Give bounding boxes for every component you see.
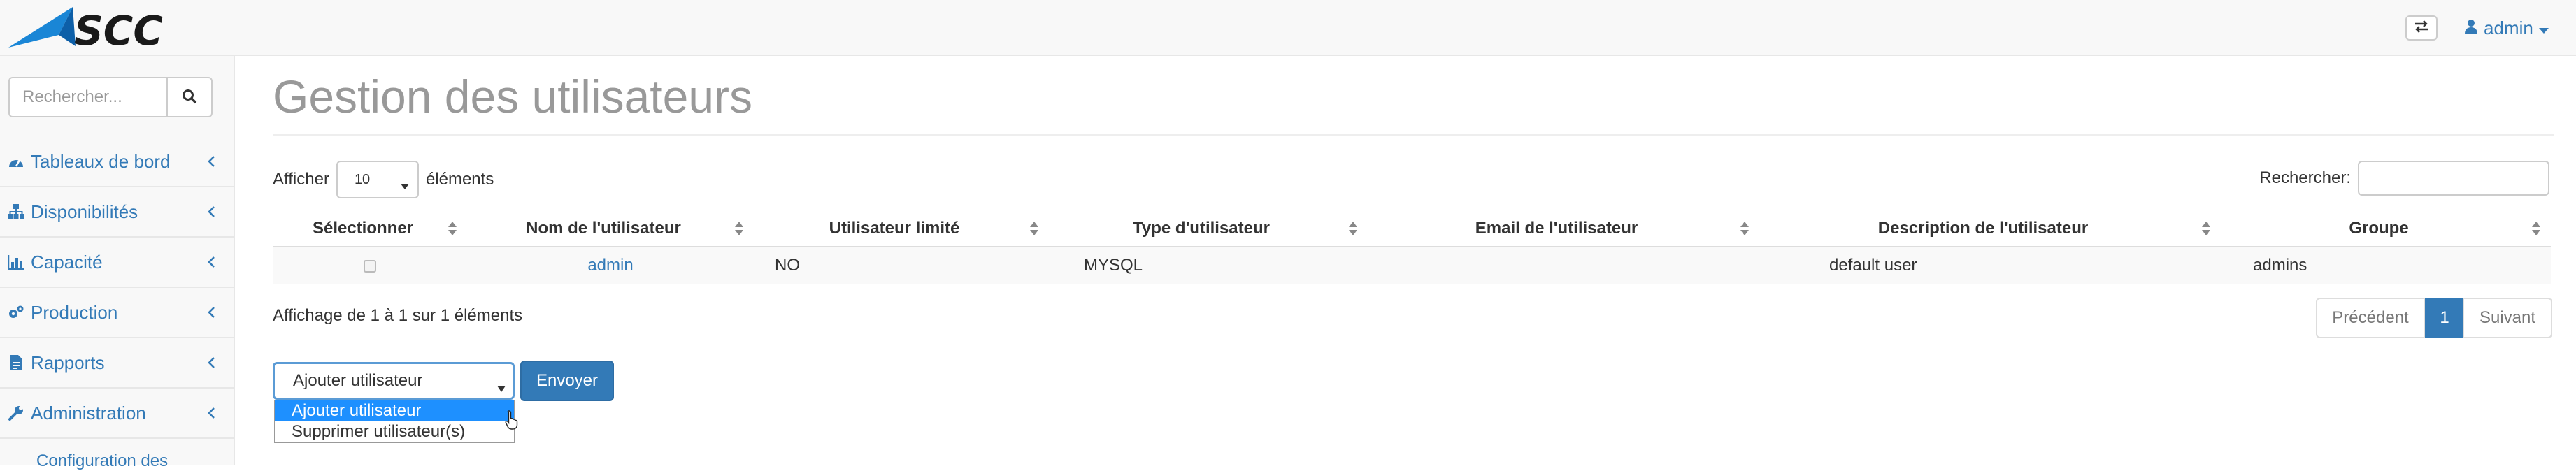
page-length-value: 10	[354, 171, 371, 187]
table-filter: Rechercher:	[2259, 161, 2549, 196]
sidebar-subitem-configuration[interactable]: Configuration des	[36, 451, 168, 471]
pagination-page-current[interactable]: 1	[2425, 298, 2464, 338]
sitemap-icon	[7, 203, 25, 221]
sidebar-search-input[interactable]	[8, 77, 168, 117]
row-checkbox[interactable]	[364, 259, 376, 273]
column-header-username[interactable]: Nom de l'utilisateur	[467, 211, 754, 247]
chevron-left-icon	[207, 152, 215, 173]
chevron-left-icon	[207, 252, 215, 274]
filter-label: Rechercher:	[2259, 168, 2351, 187]
pagination: Précédent 1 Suivant	[2316, 298, 2552, 338]
chevron-left-icon	[207, 303, 215, 324]
pagination-next[interactable]: Suivant	[2463, 298, 2552, 338]
user-name: admin	[2484, 17, 2533, 38]
sidebar-item-label: Capacité	[31, 251, 103, 273]
type-cell: MYSQL	[1049, 247, 1368, 284]
sidebar-item-label: Tableaux de bord	[31, 150, 171, 172]
user-icon	[2464, 17, 2478, 39]
action-select-value: Ajouter utilisateur	[293, 371, 423, 390]
sidebar-item-label: Disponibilités	[31, 201, 138, 222]
username-link[interactable]: admin	[587, 256, 633, 275]
column-header-email[interactable]: Email de l'utilisateur	[1368, 211, 1759, 247]
email-cell	[1368, 247, 1759, 284]
file-icon	[7, 354, 25, 372]
column-header-group[interactable]: Groupe	[2221, 211, 2551, 247]
wrench-icon	[7, 404, 25, 422]
chevron-left-icon	[207, 353, 215, 375]
column-header-select[interactable]: Sélectionner	[273, 211, 467, 247]
dropdown-option-add-user[interactable]: Ajouter utilisateur	[275, 400, 514, 421]
caret-down-icon	[497, 378, 506, 398]
sidebar-item-administration[interactable]: Administration	[0, 389, 234, 439]
bar-chart-icon	[7, 253, 25, 271]
username-cell: admin	[467, 247, 754, 284]
table-info: Affichage de 1 à 1 sur 1 éléments	[273, 306, 523, 325]
caret-down-icon	[2538, 17, 2549, 39]
dropdown-option-delete-users[interactable]: Supprimer utilisateur(s)	[275, 421, 514, 442]
row-select-cell	[273, 247, 467, 284]
user-menu[interactable]: admin	[2464, 15, 2549, 41]
sidebar-item-tableaux-de-bord[interactable]: Tableaux de bord	[0, 137, 234, 187]
sort-icon	[1740, 221, 1749, 241]
sort-icon	[2531, 221, 2541, 241]
length-prefix: Afficher	[273, 170, 329, 189]
toggle-button[interactable]	[2405, 15, 2438, 41]
sort-icon	[734, 221, 744, 241]
table-search-input[interactable]	[2358, 161, 2549, 196]
sidebar-item-capacite[interactable]: Capacité	[0, 238, 234, 288]
column-header-description[interactable]: Description de l'utilisateur	[1759, 211, 2221, 247]
group-cell: admins	[2221, 247, 2551, 284]
chevron-left-icon	[207, 202, 215, 224]
scc-logo[interactable]: SCC	[6, 4, 208, 55]
column-header-type[interactable]: Type d'utilisateur	[1049, 211, 1368, 247]
pagination-previous[interactable]: Précédent	[2316, 298, 2425, 338]
submit-button[interactable]: Envoyer	[520, 361, 614, 401]
sort-icon	[2201, 221, 2211, 241]
cogs-icon	[7, 303, 25, 321]
title-divider	[273, 134, 2554, 136]
table-row: admin NO MYSQL default user admins	[273, 247, 2551, 284]
limited-cell: NO	[754, 247, 1049, 284]
sidebar-search-button[interactable]	[166, 77, 213, 117]
page-length-control: Afficher 10 éléments	[273, 161, 494, 198]
table-header-row: Sélectionner Nom de l'utilisateur Utilis…	[273, 211, 2551, 247]
sort-icon	[1029, 221, 1039, 241]
action-select[interactable]: Ajouter utilisateur	[273, 362, 515, 400]
mouse-pointer-icon	[505, 410, 519, 434]
sidebar-item-disponibilites[interactable]: Disponibilités	[0, 187, 234, 238]
users-table: Sélectionner Nom de l'utilisateur Utilis…	[273, 211, 2551, 284]
length-suffix: éléments	[425, 170, 494, 189]
caret-down-icon	[400, 177, 409, 194]
sidebar-item-production[interactable]: Production	[0, 288, 234, 338]
logo-text: SCC	[74, 7, 163, 53]
sidebar-item-label: Administration	[31, 402, 146, 423]
sort-icon	[1348, 221, 1358, 241]
dashboard-icon	[7, 152, 25, 171]
sidebar-search	[8, 77, 213, 117]
top-navbar: SCC admin	[0, 0, 2576, 56]
chevron-left-icon	[207, 403, 215, 425]
swap-icon	[2414, 20, 2429, 36]
page-title: Gestion des utilisateurs	[273, 71, 753, 122]
sidebar-item-rapports[interactable]: Rapports	[0, 338, 234, 389]
search-icon	[182, 89, 197, 106]
sidebar-item-label: Production	[31, 301, 118, 323]
sort-icon	[448, 221, 457, 241]
description-cell: default user	[1759, 247, 2221, 284]
page-length-select[interactable]: 10	[336, 161, 419, 198]
column-header-limited[interactable]: Utilisateur limité	[754, 211, 1049, 247]
action-dropdown-list: Ajouter utilisateur Supprimer utilisateu…	[274, 400, 515, 443]
sidebar-item-label: Rapports	[31, 352, 105, 373]
